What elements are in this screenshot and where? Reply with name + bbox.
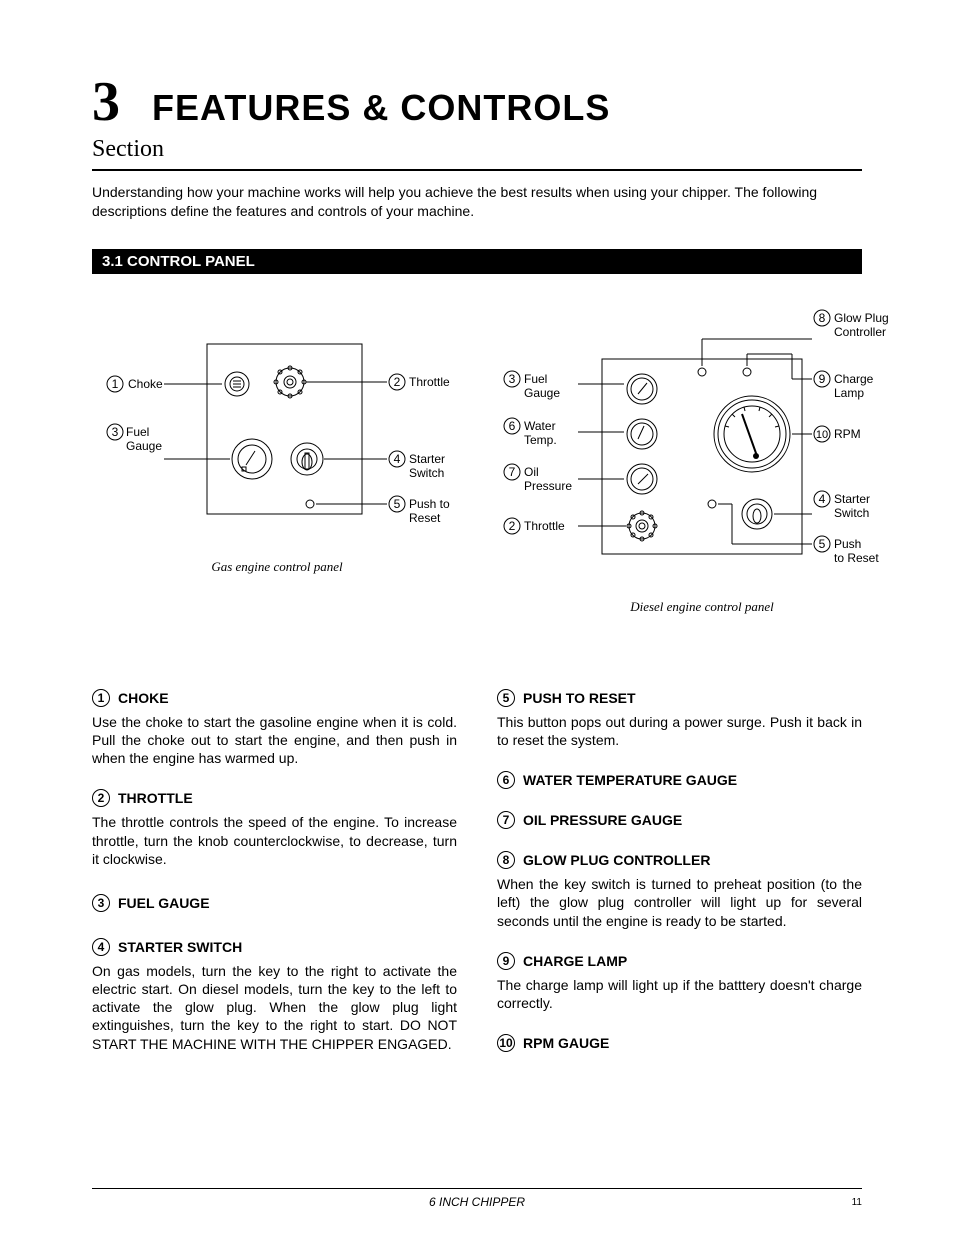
svg-text:Starter: Starter xyxy=(409,452,445,466)
circled-6-icon: 6 xyxy=(497,771,515,789)
svg-text:RPM: RPM xyxy=(834,427,861,441)
circled-10-icon: 10 xyxy=(497,1034,515,1052)
circled-8-icon: 8 xyxy=(497,851,515,869)
svg-text:1: 1 xyxy=(112,377,119,391)
svg-text:3: 3 xyxy=(112,425,119,439)
circled-1-icon: 1 xyxy=(92,689,110,707)
svg-text:2: 2 xyxy=(394,375,401,389)
throttle-body: The throttle controls the speed of the e… xyxy=(92,813,457,868)
svg-text:3: 3 xyxy=(509,372,516,386)
figures-row: 1 2 3 4 5 Choke Throttle Fuel Gauge Star… xyxy=(92,304,862,615)
circled-4-icon: 4 xyxy=(92,938,110,956)
circled-2-icon: 2 xyxy=(92,789,110,807)
fuel-heading: 3 FUEL GAUGE xyxy=(92,894,457,912)
svg-text:4: 4 xyxy=(394,452,401,466)
circled-5-icon: 5 xyxy=(497,689,515,707)
page-footer: 6 INCH CHIPPER 11 xyxy=(92,1188,862,1209)
page-number: 11 xyxy=(852,1197,862,1208)
svg-text:9: 9 xyxy=(819,372,826,386)
svg-text:Switch: Switch xyxy=(834,506,869,520)
choke-body: Use the choke to start the gasoline engi… xyxy=(92,713,457,768)
glow-heading: 8 GLOW PLUG CONTROLLER xyxy=(497,851,862,869)
oil-title: OIL PRESSURE GAUGE xyxy=(523,812,682,828)
svg-text:6: 6 xyxy=(509,419,516,433)
diesel-panel-svg: 8 9 10 4 5 3 6 7 2 Glow Plug Controller … xyxy=(502,304,902,584)
svg-text:Push: Push xyxy=(834,537,861,551)
charge-title: CHARGE LAMP xyxy=(523,953,627,969)
choke-heading: 1 CHOKE xyxy=(92,689,457,707)
svg-text:4: 4 xyxy=(819,492,826,506)
svg-text:10: 10 xyxy=(816,429,828,441)
svg-text:5: 5 xyxy=(394,497,401,511)
svg-text:Choke: Choke xyxy=(128,377,163,391)
glow-body: When the key switch is turned to preheat… xyxy=(497,875,862,930)
left-column: 1 CHOKE Use the choke to start the gasoli… xyxy=(92,685,457,1075)
svg-text:7: 7 xyxy=(509,465,516,479)
circled-9-icon: 9 xyxy=(497,952,515,970)
starter-body: On gas models, turn the key to the right… xyxy=(92,962,457,1053)
gas-panel-svg: 1 2 3 4 5 Choke Throttle Fuel Gauge Star… xyxy=(92,304,462,544)
svg-text:2: 2 xyxy=(509,519,516,533)
reset-heading: 5 PUSH TO RESET xyxy=(497,689,862,707)
rpm-title: RPM GAUGE xyxy=(523,1035,609,1051)
oil-heading: 7 OIL PRESSURE GAUGE xyxy=(497,811,862,829)
glow-title: GLOW PLUG CONTROLLER xyxy=(523,852,710,868)
svg-text:5: 5 xyxy=(819,537,826,551)
svg-text:Throttle: Throttle xyxy=(409,375,450,389)
chapter-header: 3 FEATURES & CONTROLS xyxy=(92,70,862,134)
svg-text:Pressure: Pressure xyxy=(524,479,572,493)
chapter-number: 3 xyxy=(92,70,120,134)
fuel-title: FUEL GAUGE xyxy=(118,895,210,911)
svg-text:Throttle: Throttle xyxy=(524,519,565,533)
water-title: WATER TEMPERATURE GAUGE xyxy=(523,772,737,788)
rpm-heading: 10 RPM GAUGE xyxy=(497,1034,862,1052)
svg-text:Gauge: Gauge xyxy=(126,439,162,453)
footer-title: 6 INCH CHIPPER xyxy=(92,1195,862,1209)
diesel-panel-figure: 8 9 10 4 5 3 6 7 2 Glow Plug Controller … xyxy=(502,304,902,615)
svg-text:Push to: Push to xyxy=(409,497,450,511)
descriptions: 1 CHOKE Use the choke to start the gasoli… xyxy=(92,685,862,1075)
svg-text:Lamp: Lamp xyxy=(834,386,864,400)
svg-text:Controller: Controller xyxy=(834,325,886,339)
svg-text:Oil: Oil xyxy=(524,465,539,479)
svg-text:Fuel: Fuel xyxy=(524,372,547,386)
svg-text:Temp.: Temp. xyxy=(524,433,557,447)
svg-text:Glow Plug: Glow Plug xyxy=(834,311,889,325)
choke-title: CHOKE xyxy=(118,690,169,706)
svg-text:Reset: Reset xyxy=(409,511,441,525)
svg-text:Starter: Starter xyxy=(834,492,870,506)
charge-body: The charge lamp will light up if the bat… xyxy=(497,976,862,1012)
reset-body: This button pops out during a power surg… xyxy=(497,713,862,749)
svg-text:Gauge: Gauge xyxy=(524,386,560,400)
starter-heading: 4 STARTER SWITCH xyxy=(92,938,457,956)
gas-panel-figure: 1 2 3 4 5 Choke Throttle Fuel Gauge Star… xyxy=(92,304,462,615)
right-column: 5 PUSH TO RESET This button pops out duri… xyxy=(497,685,862,1075)
svg-text:to Reset: to Reset xyxy=(834,551,879,565)
svg-text:Charge: Charge xyxy=(834,372,874,386)
throttle-heading: 2 THROTTLE xyxy=(92,789,457,807)
section-label: Section xyxy=(92,136,862,171)
svg-text:Switch: Switch xyxy=(409,466,444,480)
diesel-panel-caption: Diesel engine control panel xyxy=(502,599,902,615)
chapter-title: FEATURES & CONTROLS xyxy=(152,87,610,129)
circled-7-icon: 7 xyxy=(497,811,515,829)
charge-heading: 9 CHARGE LAMP xyxy=(497,952,862,970)
throttle-title: THROTTLE xyxy=(118,790,193,806)
svg-text:Water: Water xyxy=(524,419,556,433)
svg-text:Fuel: Fuel xyxy=(126,425,149,439)
svg-text:8: 8 xyxy=(819,311,826,325)
starter-title: STARTER SWITCH xyxy=(118,939,242,955)
water-heading: 6 WATER TEMPERATURE GAUGE xyxy=(497,771,862,789)
reset-title: PUSH TO RESET xyxy=(523,690,636,706)
section-3-1-bar: 3.1 CONTROL PANEL xyxy=(92,249,862,274)
circled-3-icon: 3 xyxy=(92,894,110,912)
gas-panel-caption: Gas engine control panel xyxy=(92,559,462,575)
intro-text: Understanding how your machine works wil… xyxy=(92,183,862,221)
